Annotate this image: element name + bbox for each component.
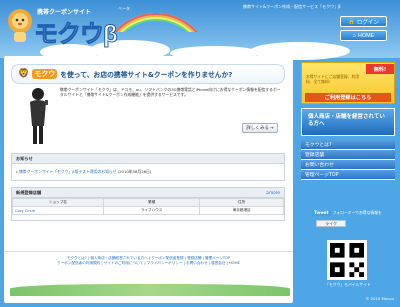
sidebar: 無料! お得サイトにご店舗登録、利用料、全て無料! ご利用登録はこちら 個人商店… [298,56,396,303]
arrow-right-icon: ➔ [269,125,274,131]
footer-link[interactable]: クーポン配信者登録 [151,256,183,260]
column-header: 住所 [199,198,284,207]
qr-code-icon [327,240,367,280]
shop-name-link[interactable]: Cozy Circle [12,206,104,215]
footer-link[interactable]: 個人商店・店舗経営されている方へ [90,256,147,260]
column-header: ショップ名 [12,198,104,207]
main-panel: 🦁 モクウ を使って、お店の携帯サイト&クーポンを作りませんか? 携帯クーポンサ… [4,56,293,303]
like-button[interactable]: ライク [316,220,346,227]
shop-owner-banner[interactable]: 個人商店・店舗を経営されている方へ [301,108,395,136]
hero-headline: を使って、お店の携帯サイト&クーポンを作りませんか? [60,71,233,79]
footer-link[interactable]: 運営会社 [211,261,225,265]
copyright: © 2010 Mocuu [365,296,394,301]
logo-ruby: ベータ [118,6,130,11]
site-logo[interactable]: モクウβ [34,14,119,49]
shop-category: ライブハウス [102,206,201,215]
footer-link[interactable]: お問い合わせ [186,261,208,265]
news-box: お知らせ ▸ 携帯クーポンサイト「モクウ」β版テスト運用のお知らせ (2010年… [11,153,285,181]
footer-links: モクウとは? | 個人商店・店舗経営されている方へ | クーポン配信者登録 | … [4,251,293,267]
hero-description: 携帯クーポンサイト「モクウ」は、ドコモ、au、ソフトバンクの3G携帯電話とiPh… [60,87,281,97]
table-row: Cozy Circle ライブハウス 東京都港区 [12,206,284,215]
footer-link[interactable]: サイトのご利用について [104,261,143,265]
news-link[interactable]: 携帯クーポンサイト「モクウ」β版テスト運用のお知らせ [19,169,116,174]
learn-more-button[interactable]: 詳しくみる ➔ [242,123,278,133]
lion-mascot-icon: 🦁 [18,69,30,79]
bullet-icon: ▸ [16,169,18,174]
news-date: (2010年08月26日) [117,169,152,174]
footer-link[interactable]: クーポン配信者の利用規約 [57,261,100,265]
hero-brand: モクウ [32,69,58,79]
registration-note: お得サイトにご店舗登録、利用料、全て無料! [306,74,360,84]
home-icon: ⌂ [352,32,356,39]
side-menu: モクウとは? 登録店舗 お問い合わせ 管理ページTOP [301,140,395,180]
register-button[interactable]: ご利用登録はこちら [305,93,391,102]
footer-link[interactable]: 登録店舗 [187,256,201,260]
twitter-follow-button[interactable]: Tweet [312,211,331,216]
lion-mascot-icon [6,8,34,44]
footer-link[interactable]: 管理ページTOP [205,256,230,260]
footer-link[interactable]: HOME [229,261,240,265]
login-button[interactable]: 🔒 ログイン [340,16,387,27]
new-shops-box: 新規登録店舗 ➲more ショップ名 業種 住所 Cozy Circle ライブ… [11,187,285,221]
home-button[interactable]: ⌂ HOME [340,30,387,41]
footer-link[interactable]: モクウとは? [67,256,87,260]
news-title: お知らせ [12,154,284,164]
side-menu-item[interactable]: モクウとは? [301,140,395,150]
hero-banner: 🦁 モクウ を使って、お店の携帯サイト&クーポンを作りませんか? [11,64,285,84]
side-menu-item[interactable]: お問い合わせ [301,160,395,170]
grass-decoration [10,284,290,296]
shops-table: ショップ名 業種 住所 Cozy Circle ライブハウス 東京都港区 [12,198,284,215]
free-badge: 無料! [366,64,394,74]
lock-icon: 🔒 [348,18,355,25]
header-tagline: 携帯サイト&クーポン作成・配信サービス「モクウ」β [243,4,341,9]
twitter-note: フォローミーでお得な情報を [332,210,382,216]
table-header-row: ショップ名 業種 住所 [12,198,284,207]
new-shops-title: 新規登録店舗 [16,189,42,195]
column-header: 業種 [102,198,201,207]
side-menu-item[interactable]: 管理ページTOP [301,170,395,180]
news-item: ▸ 携帯クーポンサイト「モクウ」β版テスト運用のお知らせ (2010年08月26… [12,164,284,180]
footer-link[interactable]: プライバシーポリシー [147,261,183,265]
woman-phone-illustration [24,86,52,146]
qr-label: 「モクウ」モバイルサイト [325,282,371,287]
free-registration-banner[interactable]: 無料! お得サイトにご店舗登録、利用料、全て無料! ご利用登録はこちら [301,62,395,104]
shop-address: 東京都港区 [199,206,284,215]
side-menu-item[interactable]: 登録店舗 [301,150,395,160]
more-link[interactable]: ➲more [266,190,280,195]
